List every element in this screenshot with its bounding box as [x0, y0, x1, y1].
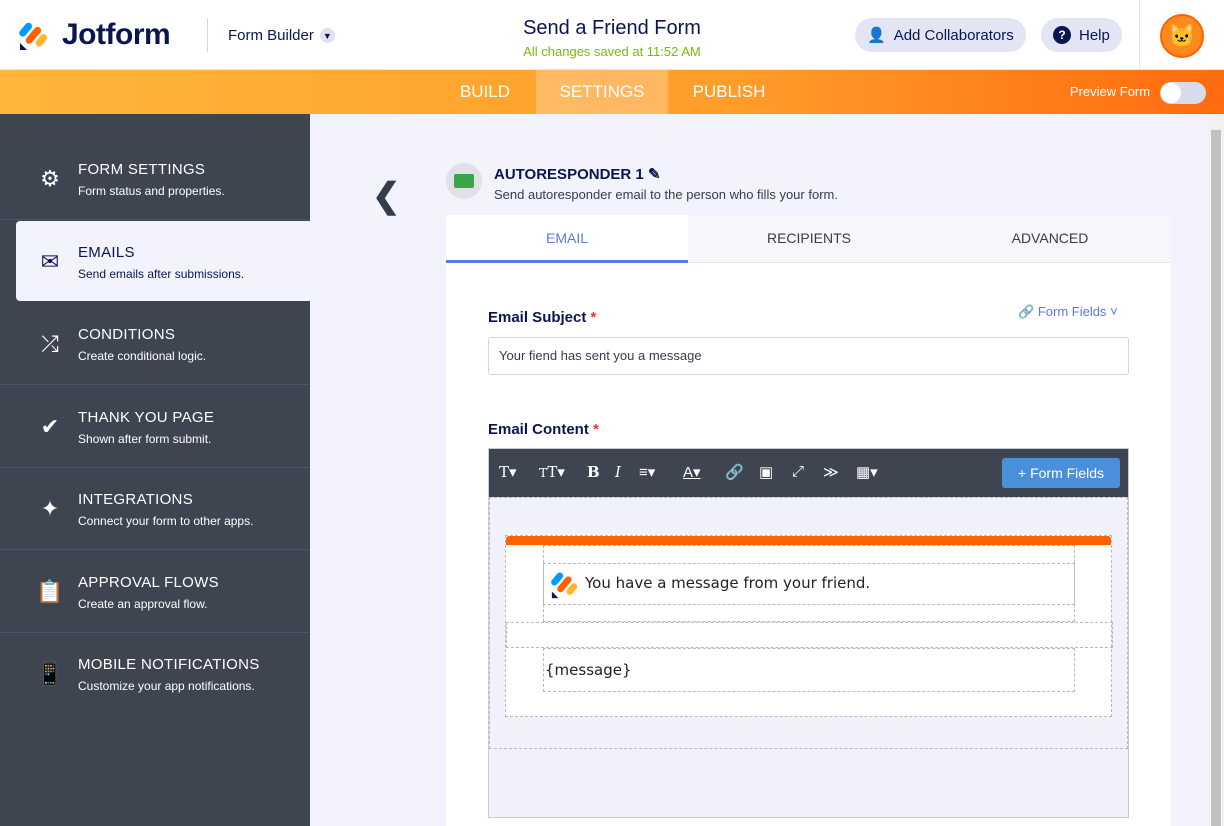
- scrollbar[interactable]: [1208, 114, 1224, 826]
- tab-settings[interactable]: SETTINGS: [536, 70, 668, 114]
- sidebar-item-conditions[interactable]: ⤮ CONDITIONS Create conditional logic.: [0, 303, 310, 385]
- email-content-label: Email Content *: [488, 421, 599, 438]
- sidebar-item-desc: Create conditional logic.: [78, 349, 207, 363]
- sidebar-item-form-settings[interactable]: ⚙ FORM SETTINGS Form status and properties…: [0, 138, 310, 220]
- add-collaborators-label: Add Collaborators: [893, 26, 1014, 44]
- puzzle-icon: ✦: [40, 496, 60, 521]
- email-content-editor[interactable]: T▾ TT▾ B I ≡▾ A▾ 🔗 ▣ ⤢ ≫ ▦▾ + Form Field…: [488, 448, 1129, 818]
- back-chevron-icon[interactable]: ❮: [372, 176, 401, 216]
- sidebar-item-label: CONDITIONS: [78, 326, 176, 343]
- divider: [1139, 0, 1140, 70]
- sidebar-item-mobile-notifications[interactable]: 📱 MOBILE NOTIFICATIONS Customize your app …: [0, 633, 310, 715]
- form-fields-button[interactable]: + Form Fields: [1002, 458, 1120, 488]
- sidebar-item-desc: Customize your app notifications.: [78, 679, 255, 693]
- tab-advanced[interactable]: ADVANCED: [929, 215, 1171, 263]
- table-icon[interactable]: ▦▾: [856, 463, 878, 481]
- fullscreen-icon[interactable]: ⤢: [792, 463, 804, 480]
- help-icon: ?: [1053, 26, 1071, 44]
- sidebar-item-thank-you-page[interactable]: ✔ THANK YOU PAGE Shown after form submit.: [0, 386, 310, 468]
- settings-sidebar: ⚙ FORM SETTINGS Form status and properties…: [0, 114, 310, 826]
- email-template: You have a message from your friend. {me…: [505, 535, 1113, 717]
- required-marker: *: [593, 421, 599, 438]
- bold-icon[interactable]: B: [587, 463, 600, 481]
- approval-icon: 📋: [36, 579, 64, 604]
- tab-email[interactable]: EMAIL: [446, 215, 688, 263]
- sidebar-item-label: MOBILE NOTIFICATIONS: [78, 656, 260, 673]
- sidebar-item-desc: Form status and properties.: [78, 184, 225, 198]
- tab-build[interactable]: BUILD: [436, 70, 534, 114]
- form-fields-label: Form Fields: [1037, 304, 1107, 319]
- email-icon: [446, 163, 482, 199]
- help-button[interactable]: ? Help: [1041, 18, 1122, 52]
- email-subject-label: Email Subject *: [488, 309, 596, 326]
- email-body-text[interactable]: {message}: [545, 661, 632, 679]
- spacer-row: [506, 622, 1113, 648]
- save-status: All changes saved at 11:52 AM: [523, 44, 701, 59]
- avatar[interactable]: 🐱: [1160, 14, 1204, 58]
- sidebar-item-approval-flows[interactable]: 📋 APPROVAL FLOWS Create an approval flow.: [0, 551, 310, 633]
- preview-form-toggle[interactable]: [1160, 82, 1206, 104]
- label-text: Email Content: [488, 421, 589, 438]
- image-icon[interactable]: ▣: [759, 463, 773, 481]
- orange-header-bar: [506, 536, 1111, 545]
- tab-publish[interactable]: PUBLISH: [668, 70, 790, 114]
- help-label: Help: [1079, 26, 1110, 44]
- autoresponder-desc: Send autoresponder email to the person w…: [494, 187, 838, 202]
- shuffle-icon: ⤮: [41, 331, 59, 356]
- check-circle-icon: ✔: [40, 414, 60, 439]
- sidebar-item-label: THANK YOU PAGE: [78, 409, 215, 426]
- sidebar-item-desc: Connect your form to other apps.: [78, 514, 254, 528]
- user-icon: 👤: [867, 27, 886, 44]
- sidebar-item-desc: Create an approval flow.: [78, 597, 208, 611]
- chevron-down-icon: ˅: [1110, 304, 1118, 319]
- code-icon[interactable]: ≫: [823, 463, 839, 481]
- email-heading-text[interactable]: You have a message from your friend.: [585, 574, 870, 592]
- header: Jotform Form Builder ▼ Send a Friend Form…: [0, 0, 1224, 70]
- italic-icon[interactable]: I: [615, 463, 621, 481]
- envelope-icon: ✉: [40, 249, 60, 274]
- autoresponder-title-text: AUTORESPONDER 1: [494, 166, 644, 183]
- preview-form-label: Preview Form: [1069, 84, 1151, 99]
- required-marker: *: [590, 309, 597, 326]
- sidebar-item-label: EMAILS: [78, 244, 135, 261]
- jotform-logo-icon: [551, 572, 578, 599]
- sidebar-item-label: APPROVAL FLOWS: [78, 574, 219, 591]
- font-family-icon[interactable]: T▾: [499, 463, 517, 481]
- label-text: Email Subject: [488, 309, 587, 326]
- sidebar-item-integrations[interactable]: ✦ INTEGRATIONS Connect your form to other …: [0, 468, 310, 550]
- sidebar-item-desc: Send emails after submissions.: [78, 267, 245, 281]
- email-subject-input[interactable]: Your fiend has sent you a message: [488, 337, 1129, 375]
- editor-toolbar: T▾ TT▾ B I ≡▾ A▾ 🔗 ▣ ⤢ ≫ ▦▾ + Form Field…: [489, 449, 1128, 497]
- tab-recipients[interactable]: RECIPIENTS: [688, 215, 930, 263]
- email-settings-card: EMAIL RECIPIENTS ADVANCED Email Subject …: [446, 215, 1171, 826]
- add-collaborators-button[interactable]: 👤 Add Collaborators: [855, 18, 1026, 52]
- align-icon[interactable]: ≡▾: [639, 463, 655, 481]
- link-icon: 🔗: [1018, 304, 1035, 319]
- sidebar-item-emails[interactable]: ✉ EMAILS Send emails after submissions.: [16, 221, 310, 301]
- sidebar-item-label: INTEGRATIONS: [78, 491, 193, 508]
- form-fields-dropdown[interactable]: 🔗 Form Fields ˅: [1018, 304, 1118, 320]
- autoresponder-title[interactable]: AUTORESPONDER 1 ✎: [494, 165, 661, 183]
- main-nav: BUILD SETTINGS PUBLISH Preview Form: [0, 70, 1224, 114]
- text-color-icon[interactable]: A▾: [683, 463, 701, 481]
- email-tabs: EMAIL RECIPIENTS ADVANCED: [446, 215, 1171, 263]
- gear-icon: ⚙: [40, 166, 60, 191]
- link-icon[interactable]: 🔗: [725, 463, 744, 481]
- mobile-icon: 📱: [36, 661, 64, 686]
- font-size-icon[interactable]: TT▾: [539, 463, 565, 481]
- sidebar-item-label: FORM SETTINGS: [78, 161, 206, 178]
- sidebar-item-desc: Shown after form submit.: [78, 432, 212, 446]
- pencil-icon[interactable]: ✎: [648, 166, 661, 183]
